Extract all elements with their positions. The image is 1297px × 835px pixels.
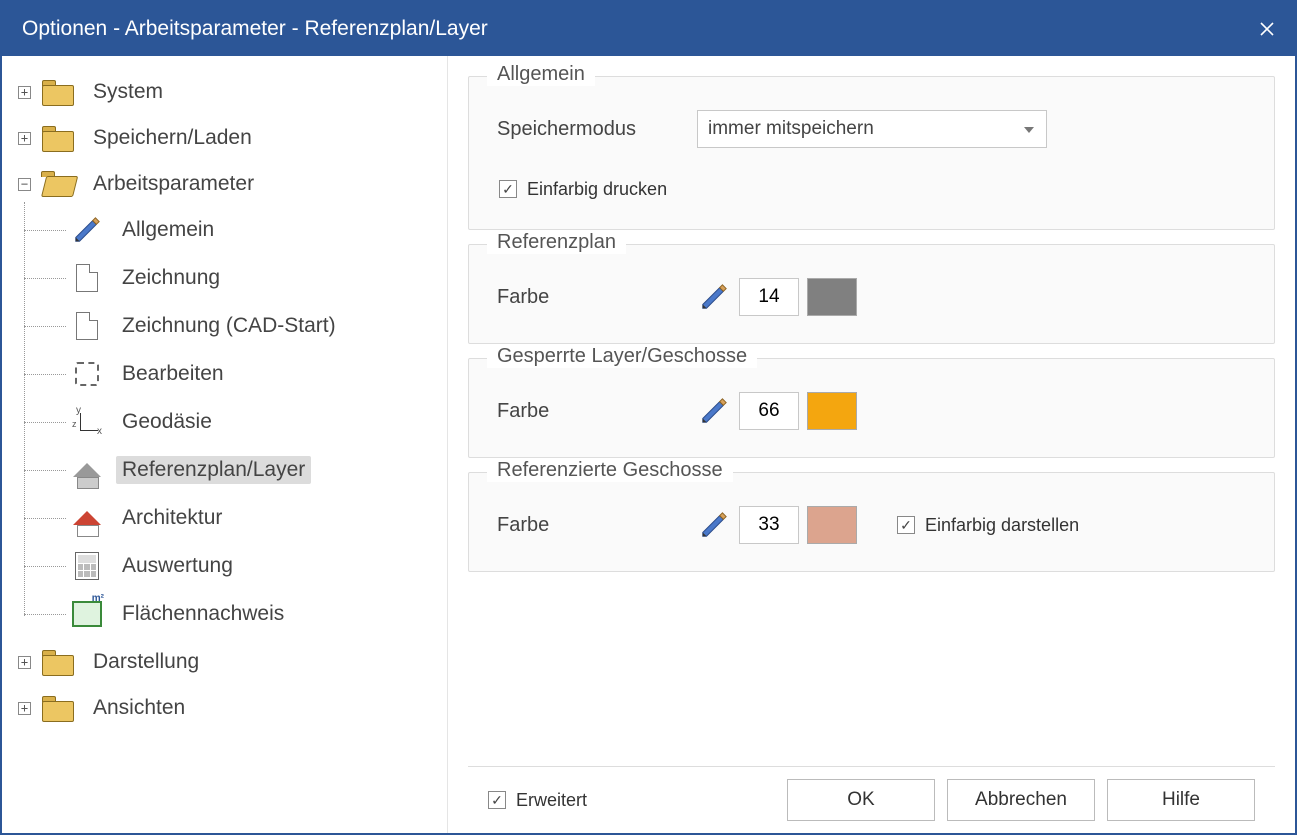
- group-legend: Allgemein: [487, 63, 595, 86]
- group-gesperrte-layer: Gesperrte Layer/Geschosse Farbe: [468, 358, 1275, 458]
- group-legend: Gesperrte Layer/Geschosse: [487, 345, 757, 368]
- dialog-body: + System + Speichern/Laden: [2, 56, 1295, 833]
- erweitert-checkbox[interactable]: Erweitert: [488, 790, 775, 811]
- select-value: immer mitspeichern: [708, 118, 874, 140]
- checkbox-label: Einfarbig drucken: [527, 179, 667, 200]
- folder-icon: [41, 693, 75, 723]
- folder-open-icon: [41, 169, 75, 199]
- farbe-label: Farbe: [497, 400, 697, 423]
- folder-icon: [41, 123, 75, 153]
- tree-label: Flächennachweis: [116, 600, 290, 628]
- edit-color-button[interactable]: [697, 508, 731, 542]
- pencil-icon: [699, 396, 729, 426]
- pencil-icon: [70, 215, 104, 245]
- folder-icon: [41, 647, 75, 677]
- tree-node-speichern-laden[interactable]: + Speichern/Laden: [18, 116, 441, 160]
- settings-panel: Allgemein Speichermodus immer mitspeiche…: [448, 56, 1295, 833]
- document-icon: [70, 311, 104, 341]
- farbe-input[interactable]: [739, 506, 799, 544]
- color-swatch[interactable]: [807, 506, 857, 544]
- area-icon: [70, 599, 104, 629]
- expand-toggle[interactable]: +: [18, 86, 31, 99]
- collapse-toggle[interactable]: −: [18, 178, 31, 191]
- tree-label: System: [87, 78, 169, 106]
- window-title: Optionen - Arbeitsparameter - Referenzpl…: [22, 17, 1247, 41]
- tree-item-geodaesie[interactable]: z Geodäsie: [70, 398, 441, 446]
- tree-label: Allgemein: [116, 216, 220, 244]
- checkbox-label: Einfarbig darstellen: [925, 515, 1079, 536]
- expand-toggle[interactable]: +: [18, 702, 31, 715]
- checkbox-icon: [897, 516, 915, 534]
- einfarbig-darstellen-checkbox[interactable]: Einfarbig darstellen: [897, 505, 1079, 545]
- tree-node-darstellung[interactable]: + Darstellung: [18, 640, 441, 684]
- checkbox-icon: [488, 791, 506, 809]
- tree-item-zeichnung[interactable]: Zeichnung: [70, 254, 441, 302]
- tree-item-bearbeiten[interactable]: Bearbeiten: [70, 350, 441, 398]
- axes-icon: z: [70, 407, 104, 437]
- tree-node-arbeitsparameter[interactable]: − Arbeitsparameter: [18, 162, 441, 206]
- tree-label: Ansichten: [87, 694, 191, 722]
- tree-label: Zeichnung (CAD-Start): [116, 312, 342, 340]
- speichermodus-select[interactable]: immer mitspeichern: [697, 110, 1047, 148]
- tree-label: Auswertung: [116, 552, 239, 580]
- cancel-button[interactable]: Abbrechen: [947, 779, 1095, 821]
- tree-label: Speichern/Laden: [87, 124, 258, 152]
- ok-button[interactable]: OK: [787, 779, 935, 821]
- tree-label: Referenzplan/Layer: [116, 456, 311, 484]
- dialog-footer: Erweitert OK Abbrechen Hilfe: [468, 766, 1275, 833]
- tree-label: Darstellung: [87, 648, 205, 676]
- tree-label: Geodäsie: [116, 408, 218, 436]
- color-swatch[interactable]: [807, 392, 857, 430]
- edit-color-button[interactable]: [697, 280, 731, 314]
- edit-color-button[interactable]: [697, 394, 731, 428]
- speichermodus-label: Speichermodus: [497, 118, 697, 141]
- pencil-icon: [699, 510, 729, 540]
- expand-toggle[interactable]: +: [18, 656, 31, 669]
- tree-label: Bearbeiten: [116, 360, 230, 388]
- checkbox-icon: [499, 180, 517, 198]
- selection-icon: [70, 359, 104, 389]
- group-allgemein: Allgemein Speichermodus immer mitspeiche…: [468, 76, 1275, 230]
- einfarbig-drucken-checkbox[interactable]: Einfarbig drucken: [499, 169, 1246, 209]
- tree-label: Zeichnung: [116, 264, 226, 292]
- group-legend: Referenzplan: [487, 231, 626, 254]
- tree-node-ansichten[interactable]: + Ansichten: [18, 686, 441, 730]
- house-red-icon: [70, 503, 104, 533]
- farbe-label: Farbe: [497, 514, 697, 537]
- tree-item-flaechennachweis[interactable]: Flächennachweis: [70, 590, 441, 638]
- calculator-icon: [70, 551, 104, 581]
- help-button[interactable]: Hilfe: [1107, 779, 1255, 821]
- group-referenzplan: Referenzplan Farbe: [468, 244, 1275, 344]
- navigation-tree: + System + Speichern/Laden: [2, 56, 448, 833]
- color-swatch[interactable]: [807, 278, 857, 316]
- tree-node-system[interactable]: + System: [18, 70, 441, 114]
- tree-item-zeichnung-cad[interactable]: Zeichnung (CAD-Start): [70, 302, 441, 350]
- close-button[interactable]: [1247, 9, 1287, 49]
- farbe-label: Farbe: [497, 286, 697, 309]
- farbe-input[interactable]: [739, 392, 799, 430]
- expand-toggle[interactable]: +: [18, 132, 31, 145]
- options-window: Optionen - Arbeitsparameter - Referenzpl…: [0, 0, 1297, 835]
- tree-label: Arbeitsparameter: [87, 170, 260, 198]
- close-icon: [1259, 21, 1275, 37]
- group-referenzierte-geschosse: Referenzierte Geschosse Farbe Einfarbig …: [468, 472, 1275, 572]
- house-gray-icon: [70, 455, 104, 485]
- tree-item-referenzplan[interactable]: Referenzplan/Layer: [70, 446, 441, 494]
- farbe-input[interactable]: [739, 278, 799, 316]
- group-legend: Referenzierte Geschosse: [487, 459, 733, 482]
- document-icon: [70, 263, 104, 293]
- pencil-icon: [699, 282, 729, 312]
- folder-icon: [41, 77, 75, 107]
- checkbox-label: Erweitert: [516, 790, 587, 811]
- tree-item-auswertung[interactable]: Auswertung: [70, 542, 441, 590]
- tree-label: Architektur: [116, 504, 228, 532]
- tree-item-architektur[interactable]: Architektur: [70, 494, 441, 542]
- titlebar: Optionen - Arbeitsparameter - Referenzpl…: [2, 2, 1295, 56]
- tree-item-allgemein[interactable]: Allgemein: [70, 206, 441, 254]
